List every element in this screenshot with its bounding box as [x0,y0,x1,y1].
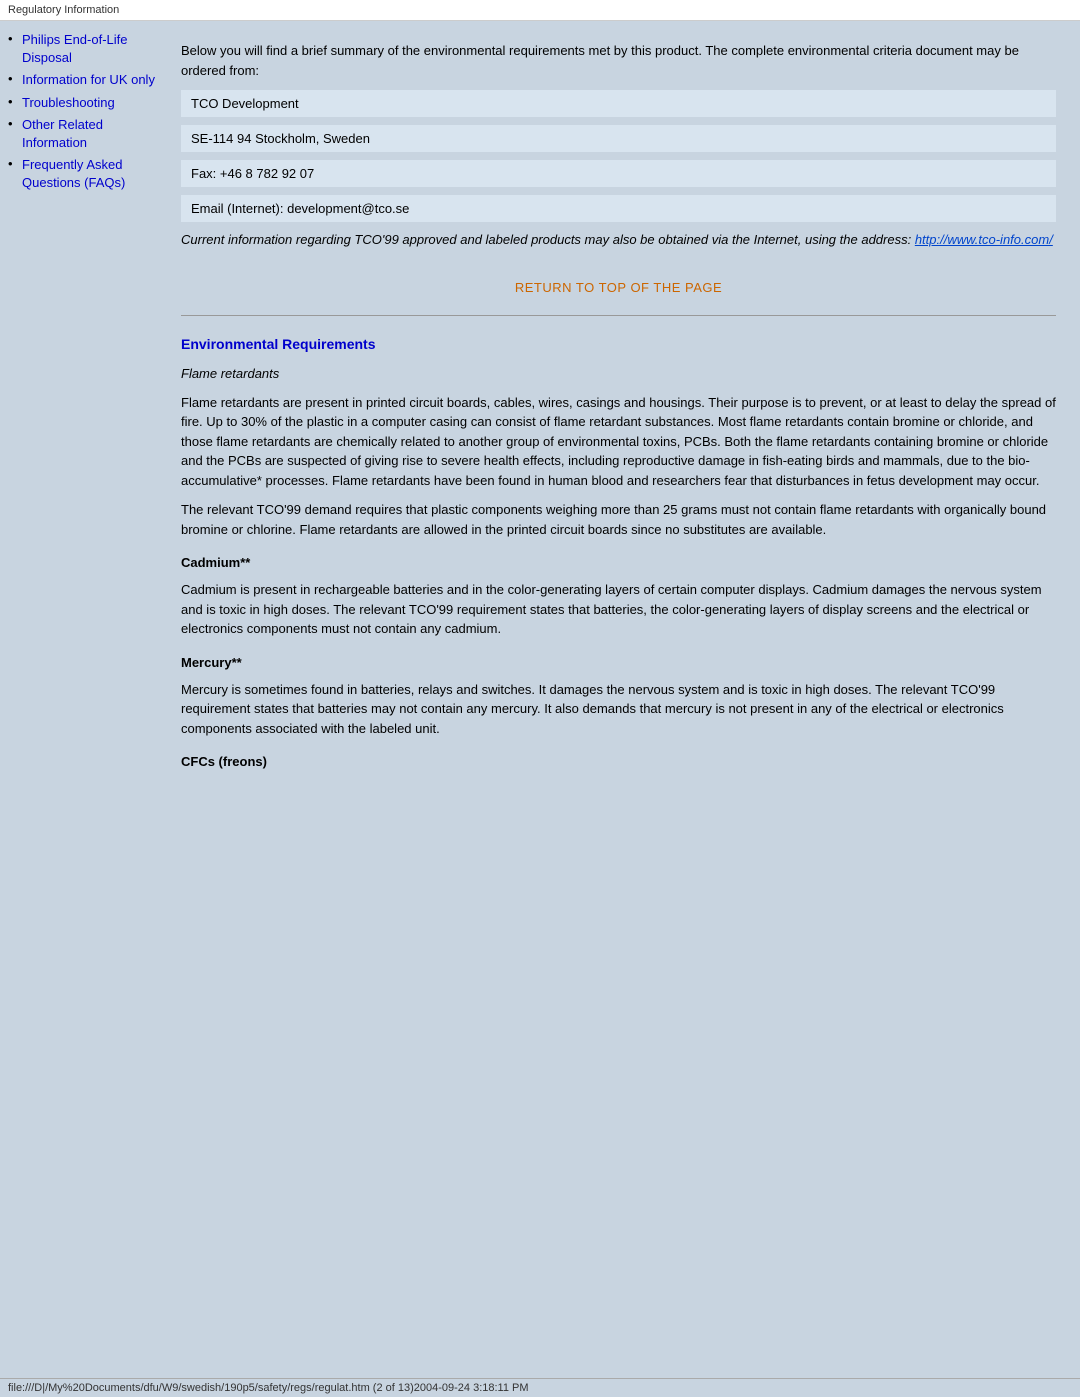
flame-paragraph-2: The relevant TCO'99 demand requires that… [181,500,1056,539]
sidebar-item-philips: • Philips End-of-Life Disposal [8,31,157,67]
cadmium-heading: Cadmium** [181,555,1056,570]
sidebar-item-trouble: • Troubleshooting [8,94,157,112]
top-bar: Regulatory Information [0,0,1080,21]
list-item: • Troubleshooting [8,94,157,112]
status-text: file:///D|/My%20Documents/dfu/W9/swedish… [8,1382,529,1394]
env-requirements-title: Environmental Requirements [181,336,1056,352]
bullet-dot: • [8,94,18,109]
tco-block-4: Email (Internet): development@tco.se [181,195,1056,222]
sidebar-item-uk: • Information for UK only [8,71,157,89]
bullet-dot: • [8,31,18,46]
sidebar: • Philips End-of-Life Disposal • Informa… [0,21,165,1371]
sidebar-link-philips[interactable]: Philips End-of-Life Disposal [22,31,157,67]
bullet-dot: • [8,71,18,86]
content-area: Below you will find a brief summary of t… [165,21,1080,1371]
mercury-paragraph: Mercury is sometimes found in batteries,… [181,680,1056,739]
sidebar-item-faq: • Frequently Asked Questions (FAQs) [8,156,157,192]
cadmium-paragraph: Cadmium is present in rechargeable batte… [181,580,1056,639]
flame-paragraph-1: Flame retardants are present in printed … [181,393,1056,491]
status-bar: file:///D|/My%20Documents/dfu/W9/swedish… [0,1378,1080,1397]
return-to-top: RETURN TO TOP OF THE PAGE [181,280,1056,295]
sidebar-link-faq[interactable]: Frequently Asked Questions (FAQs) [22,156,157,192]
sidebar-nav: • Philips End-of-Life Disposal • Informa… [8,31,157,193]
list-item: • Frequently Asked Questions (FAQs) [8,156,157,192]
sidebar-link-uk[interactable]: Information for UK only [22,71,155,89]
tco-block-1: TCO Development [181,90,1056,117]
sidebar-link-troubleshooting[interactable]: Troubleshooting [22,94,115,112]
tco-block-3: Fax: +46 8 782 92 07 [181,160,1056,187]
intro-text: Below you will find a brief summary of t… [181,41,1056,80]
sidebar-link-other[interactable]: Other Related Information [22,116,157,152]
return-link[interactable]: RETURN TO TOP OF THE PAGE [515,280,722,295]
mercury-heading: Mercury** [181,655,1056,670]
main-layout: • Philips End-of-Life Disposal • Informa… [0,21,1080,1371]
page-title: Regulatory Information [8,4,119,16]
italic-note: Current information regarding TCO'99 app… [181,230,1056,250]
sidebar-item-other: • Other Related Information [8,116,157,152]
bullet-dot: • [8,116,18,131]
list-item: • Other Related Information [8,116,157,152]
cfcs-heading: CFCs (freons) [181,754,1056,769]
tco-block-2: SE-114 94 Stockholm, Sweden [181,125,1056,152]
bullet-dot: • [8,156,18,171]
tco-info-link[interactable]: http://www.tco-info.com/ [915,232,1053,247]
flame-subtitle: Flame retardants [181,366,1056,381]
divider [181,315,1056,316]
list-item: • Information for UK only [8,71,157,89]
list-item: • Philips End-of-Life Disposal [8,31,157,67]
